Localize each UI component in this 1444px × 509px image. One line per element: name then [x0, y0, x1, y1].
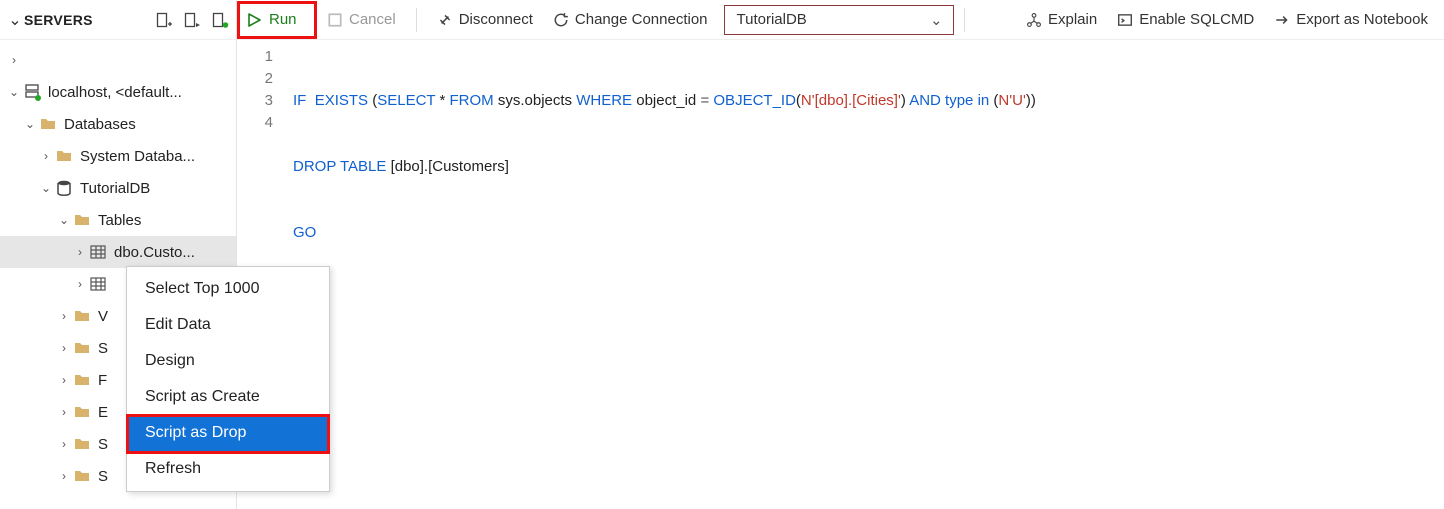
disconnect-button[interactable]: Disconnect	[427, 5, 543, 35]
database-selector[interactable]: TutorialDB ⌄	[724, 5, 954, 35]
export-notebook-button[interactable]: Export as Notebook	[1264, 5, 1438, 35]
folder-icon	[72, 434, 92, 454]
server-icon	[22, 82, 42, 102]
new-query-icon[interactable]	[180, 8, 204, 32]
disconnect-label: Disconnect	[459, 11, 533, 28]
tree-label: Databases	[64, 116, 136, 133]
plan-icon	[1026, 12, 1042, 28]
database-icon	[54, 178, 74, 198]
new-connection-icon[interactable]	[152, 8, 176, 32]
tree-system-databases-node[interactable]: › System Databa...	[0, 140, 236, 172]
tree-label: dbo.Custo...	[114, 244, 195, 261]
folder-icon	[72, 466, 92, 486]
cancel-button: Cancel	[317, 5, 406, 35]
tree-tables-node[interactable]: ⌄ Tables	[0, 204, 236, 236]
new-server-group-icon[interactable]	[208, 8, 232, 32]
tree-label: localhost, <default...	[48, 84, 182, 101]
servers-title: SERVERS	[22, 12, 93, 28]
folder-icon	[38, 114, 58, 134]
tree-label: S	[98, 468, 108, 485]
tree-table-customers[interactable]: › dbo.Custo...	[0, 236, 236, 268]
enable-sqlcmd-button[interactable]: Enable SQLCMD	[1107, 5, 1264, 35]
change-connection-button[interactable]: Change Connection	[543, 5, 718, 35]
line-number: 1	[237, 46, 273, 68]
folder-icon	[54, 146, 74, 166]
sqlcmd-icon	[1117, 12, 1133, 28]
cancel-label: Cancel	[349, 11, 396, 28]
line-number: 3	[237, 90, 273, 112]
explain-label: Explain	[1048, 11, 1097, 28]
tree-label: Tables	[98, 212, 141, 229]
menu-edit-data[interactable]: Edit Data	[127, 307, 329, 343]
refresh-icon	[553, 12, 569, 28]
folder-icon	[72, 210, 92, 230]
database-selected-label: TutorialDB	[737, 11, 807, 28]
tree-label: System Databa...	[80, 148, 195, 165]
chevron-down-icon[interactable]: ⌄	[8, 10, 22, 30]
tree-label: TutorialDB	[80, 180, 150, 197]
explain-button[interactable]: Explain	[1016, 5, 1107, 35]
sqlcmd-label: Enable SQLCMD	[1139, 11, 1254, 28]
folder-icon	[72, 370, 92, 390]
code-content[interactable]: IF EXISTS (SELECT * FROM sys.objects WHE…	[287, 40, 1444, 509]
run-button[interactable]: Run	[237, 5, 317, 35]
menu-select-top-1000[interactable]: Select Top 1000	[127, 271, 329, 307]
sql-editor[interactable]: 1 2 3 4 IF EXISTS (SELECT * FROM sys.obj…	[237, 40, 1444, 509]
toolbar-separator	[416, 8, 417, 32]
editor-area: Run Cancel Disconnect Change Connection …	[237, 0, 1444, 509]
folder-icon	[72, 402, 92, 422]
table-context-menu: Select Top 1000 Edit Data Design Script …	[126, 266, 330, 492]
menu-design[interactable]: Design	[127, 343, 329, 379]
folder-icon	[72, 338, 92, 358]
disconnect-icon	[437, 12, 453, 28]
tree-label: S	[98, 436, 108, 453]
table-icon	[88, 242, 108, 262]
run-label: Run	[269, 11, 297, 28]
tree-label: V	[98, 308, 108, 325]
chevron-down-icon: ⌄	[930, 11, 943, 29]
tree-server-node[interactable]: ⌄ localhost, <default...	[0, 76, 236, 108]
tree-label: S	[98, 340, 108, 357]
export-icon	[1274, 12, 1290, 28]
query-toolbar: Run Cancel Disconnect Change Connection …	[237, 0, 1444, 40]
line-number: 2	[237, 68, 273, 90]
change-conn-label: Change Connection	[575, 11, 708, 28]
servers-panel-header: ⌄ SERVERS	[0, 0, 236, 40]
stop-icon	[327, 12, 343, 28]
tree-label: F	[98, 372, 107, 389]
tree-label: E	[98, 404, 108, 421]
menu-script-as-create[interactable]: Script as Create	[127, 379, 329, 415]
tree-tutorialdb-node[interactable]: ⌄ TutorialDB	[0, 172, 236, 204]
table-icon	[88, 274, 108, 294]
tree-databases-node[interactable]: ⌄ Databases	[0, 108, 236, 140]
line-number: 4	[237, 112, 273, 134]
folder-icon	[72, 306, 92, 326]
notebook-label: Export as Notebook	[1296, 11, 1428, 28]
tree-group-root[interactable]: ›	[0, 44, 236, 76]
toolbar-separator	[964, 8, 965, 32]
menu-refresh[interactable]: Refresh	[127, 451, 329, 487]
menu-script-as-drop[interactable]: Script as Drop	[127, 415, 329, 451]
